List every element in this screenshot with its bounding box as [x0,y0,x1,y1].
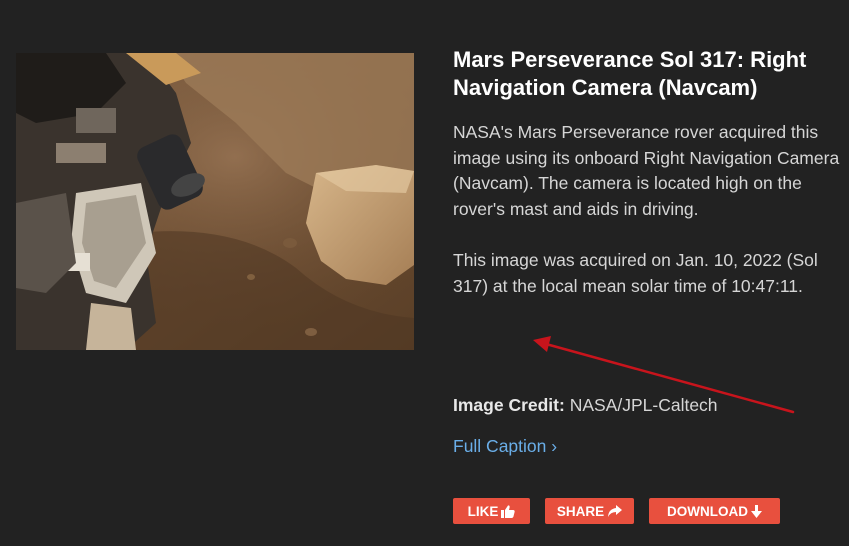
share-arrow-icon [608,505,623,517]
image-title: Mars Perseverance Sol 317: Right Navigat… [453,47,807,100]
description-paragraph: NASA's Mars Perseverance rover acquired … [453,122,840,219]
caption-panel: Mars Perseverance Sol 317: Right Navigat… [453,46,843,299]
share-button-label: SHARE [556,503,605,519]
acquisition-paragraph: This image was acquired on Jan. 10, 2022… [453,250,818,296]
share-button[interactable]: SHARE [545,498,634,524]
arrow-down-icon [751,504,762,518]
full-caption-link[interactable]: Full Caption › [453,434,557,458]
rover-photo-illustration [16,53,414,350]
rover-navcam-image[interactable] [16,53,414,350]
like-button[interactable]: LIKE [453,498,530,524]
like-button-label: LIKE [467,503,499,519]
image-credit-label: Image Credit: [453,395,565,415]
image-credit: Image Credit: NASA/JPL-Caltech [453,393,718,417]
download-button[interactable]: DOWNLOAD [649,498,780,524]
thumbs-up-icon [501,504,516,518]
image-credit-value: NASA/JPL-Caltech [569,395,718,415]
download-button-label: DOWNLOAD [667,503,748,519]
